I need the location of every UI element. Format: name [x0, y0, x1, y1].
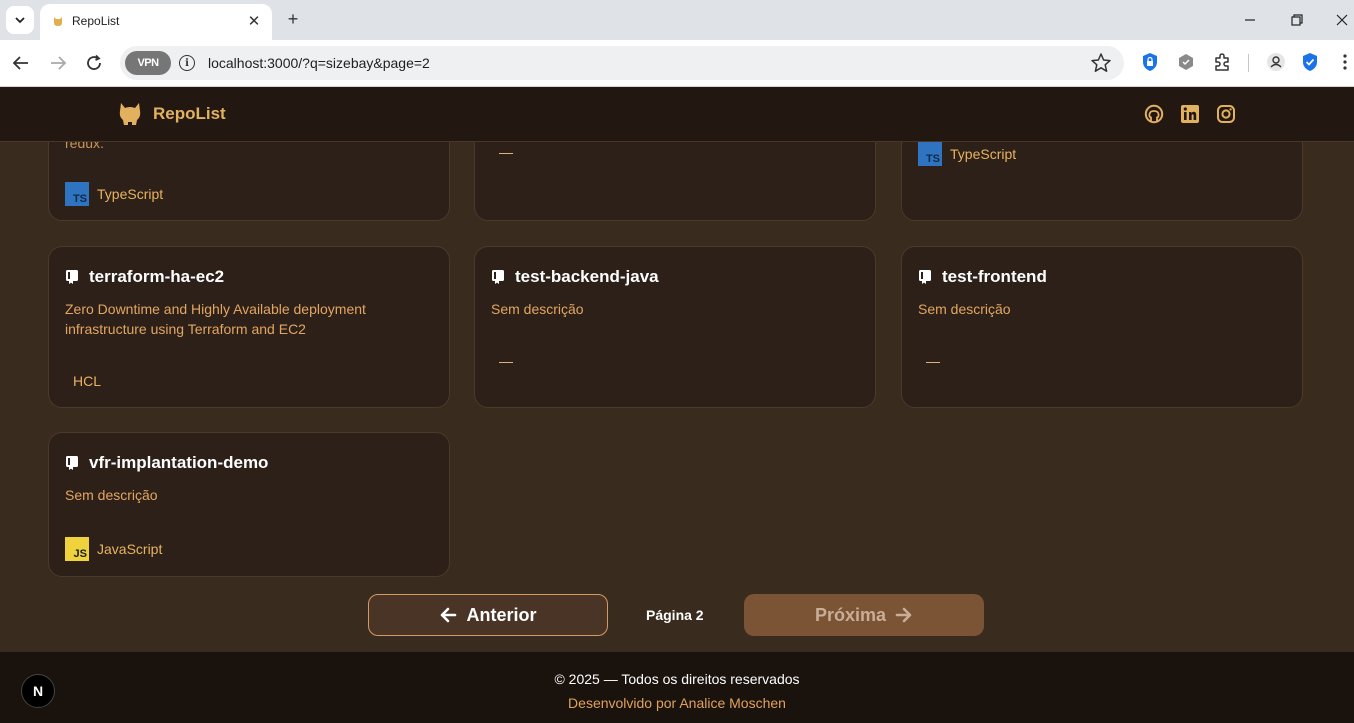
app-header: RepoList — [0, 87, 1354, 142]
arrow-left-icon — [441, 607, 457, 623]
tab-search-button[interactable] — [6, 6, 34, 34]
vpn-button[interactable]: VPN — [125, 51, 171, 75]
close-window-icon[interactable] — [1330, 8, 1354, 32]
language-name: JavaScript — [97, 541, 163, 557]
linkedin-icon[interactable] — [1180, 104, 1200, 124]
browser-toolbar: VPN i localhost:3000/?q=sizebay&page=2 — [0, 40, 1354, 87]
restore-icon[interactable] — [1285, 8, 1309, 32]
repo-description: Sem descrição — [491, 301, 584, 317]
repo-description: Sem descrição — [918, 301, 1011, 317]
forward-arrow-icon[interactable] — [45, 50, 71, 76]
cat-favicon-icon — [54, 17, 62, 26]
puzzle-extensions-icon[interactable] — [1211, 51, 1233, 73]
language-name: HCL — [73, 373, 102, 389]
profile-avatar-icon[interactable] — [1265, 51, 1287, 73]
repo-icon — [492, 270, 504, 284]
repo-icon — [66, 270, 78, 284]
logo-text[interactable]: RepoList — [153, 104, 226, 124]
repo-language: TS TypeScript — [918, 142, 1016, 166]
previous-page-label: Anterior — [466, 604, 537, 625]
footer: © 2025 — Todos os direitos reservados De… — [0, 652, 1354, 723]
new-tab-icon[interactable]: + — [282, 8, 304, 30]
octocat-logo-icon[interactable] — [118, 101, 142, 127]
javascript-badge-icon: JS — [65, 537, 89, 561]
site-info-icon[interactable]: i — [179, 55, 195, 71]
language-name: TypeScript — [950, 146, 1017, 162]
repo-card[interactable]: vfr-implantation-demo Sem descrição JS J… — [48, 432, 450, 577]
no-language-dash — [499, 362, 513, 363]
typescript-badge-icon: TS — [65, 182, 89, 206]
url-text[interactable]: localhost:3000/?q=sizebay&page=2 — [208, 55, 430, 71]
next-page-label: Próxima — [814, 604, 887, 625]
no-language-dash — [499, 153, 513, 154]
repo-name[interactable]: test-frontend — [942, 267, 1047, 287]
footer-copyright: © 2025 — Todos os direitos reservados — [554, 671, 800, 687]
arrow-right-icon — [895, 607, 912, 623]
repo-title-row: vfr-implantation-demo — [65, 453, 268, 473]
repo-name[interactable]: terraform-ha-ec2 — [89, 267, 224, 287]
tab-title: RepoList — [72, 14, 120, 28]
repo-name[interactable]: test-backend-java — [515, 267, 659, 287]
browser-tab[interactable]: RepoList ✕ — [40, 4, 272, 40]
chevron-down-icon — [15, 17, 25, 24]
repo-card[interactable]: test-frontend Sem descrição — [901, 246, 1303, 408]
page-content: RepoList redux. TS TypeScript TS TypeScr… — [0, 87, 1354, 723]
shield-lock-extension-icon[interactable] — [1139, 51, 1161, 73]
reload-icon[interactable] — [81, 50, 107, 76]
github-icon[interactable] — [1144, 104, 1164, 124]
nextjs-dev-tools-icon[interactable]: N — [21, 674, 55, 708]
more-menu-icon[interactable] — [1334, 51, 1354, 73]
repo-icon — [66, 456, 78, 470]
repo-title-row: terraform-ha-ec2 — [65, 267, 224, 287]
repo-title-row: test-frontend — [918, 267, 1047, 287]
repo-description: Sem descrição — [65, 487, 158, 503]
toolbar-divider — [1248, 54, 1249, 72]
repo-title-row: test-backend-java — [491, 267, 659, 287]
minimize-icon[interactable] — [1238, 8, 1262, 32]
gray-shield-extension-icon[interactable] — [1175, 51, 1197, 73]
instagram-icon[interactable] — [1216, 104, 1236, 124]
language-name: TypeScript — [97, 186, 164, 202]
footer-developer-credit[interactable]: Desenvolvido por Analice Moschen — [0, 695, 1354, 711]
repo-language: TS TypeScript — [65, 182, 163, 206]
address-bar[interactable]: VPN i localhost:3000/?q=sizebay&page=2 — [120, 46, 1124, 80]
back-arrow-icon[interactable] — [8, 50, 34, 76]
repo-language: JS JavaScript — [65, 537, 162, 561]
blue-shield-check-icon[interactable] — [1299, 51, 1321, 73]
next-page-button[interactable]: Próxima — [744, 594, 984, 636]
page-indicator: Página 2 — [646, 607, 704, 623]
repo-description: Zero Downtime and Highly Available deplo… — [65, 301, 366, 337]
browser-tab-bar: RepoList ✕ + — [0, 0, 1354, 40]
typescript-badge-icon: TS — [918, 142, 942, 166]
previous-page-button[interactable]: Anterior — [368, 594, 608, 636]
repo-name[interactable]: vfr-implantation-demo — [89, 453, 268, 473]
close-tab-icon[interactable]: ✕ — [244, 11, 264, 31]
repo-card[interactable]: terraform-ha-ec2 Zero Downtime and Highl… — [48, 246, 450, 408]
repo-language: HCL — [73, 373, 101, 389]
repo-card[interactable]: test-backend-java Sem descrição — [474, 246, 876, 408]
repo-icon — [919, 270, 931, 284]
bookmark-star-icon[interactable] — [1090, 52, 1112, 74]
no-language-dash — [926, 362, 940, 363]
